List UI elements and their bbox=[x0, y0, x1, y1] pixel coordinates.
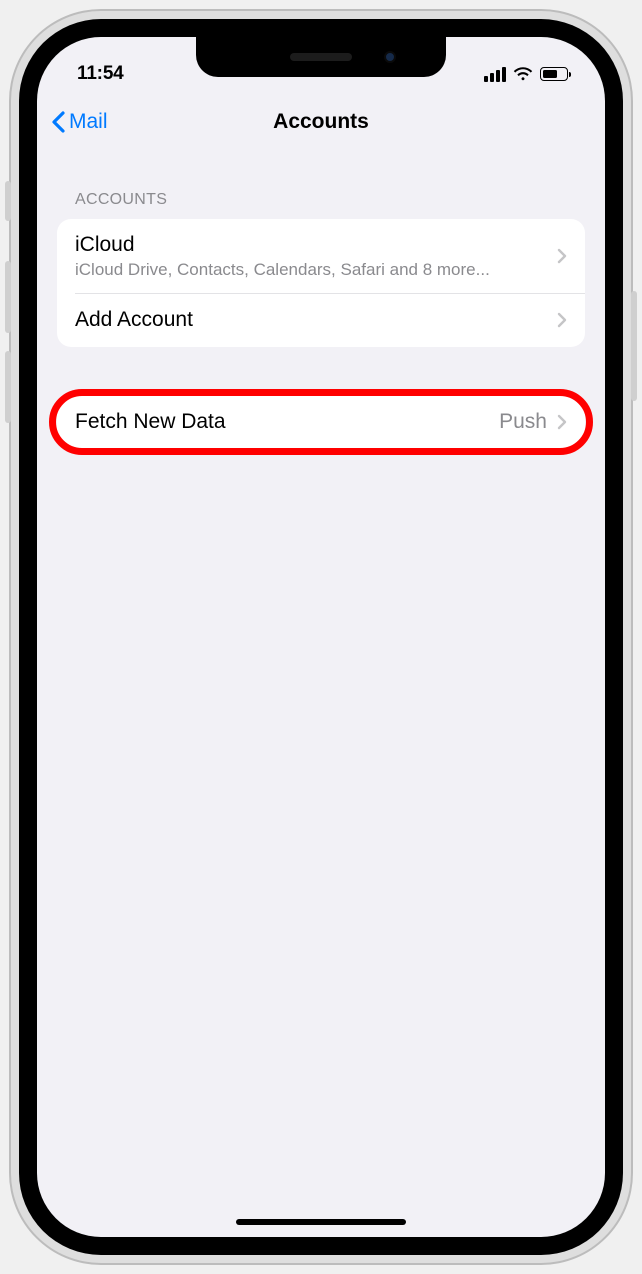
nav-bar: Mail Accounts bbox=[37, 93, 605, 151]
chevron-right-icon bbox=[557, 414, 567, 430]
fetch-group: Fetch New Data Push bbox=[57, 395, 585, 449]
add-account-row[interactable]: Add Account bbox=[57, 293, 585, 347]
icloud-account-row[interactable]: iCloud iCloud Drive, Contacts, Calendars… bbox=[57, 219, 585, 293]
chevron-right-icon bbox=[557, 248, 567, 264]
speaker-grill bbox=[290, 53, 352, 61]
fetch-value: Push bbox=[499, 410, 547, 434]
wifi-icon bbox=[513, 67, 533, 81]
section-header-accounts: Accounts bbox=[57, 191, 585, 219]
chevron-left-icon bbox=[51, 111, 65, 133]
fetch-title: Fetch New Data bbox=[75, 409, 499, 435]
add-account-label: Add Account bbox=[75, 307, 557, 333]
silent-switch bbox=[5, 181, 11, 221]
page-title: Accounts bbox=[273, 110, 369, 134]
accounts-group: iCloud iCloud Drive, Contacts, Calendars… bbox=[57, 219, 585, 347]
cellular-signal-icon bbox=[484, 67, 506, 82]
fetch-highlight: Fetch New Data Push bbox=[57, 395, 585, 449]
status-time: 11:54 bbox=[77, 63, 124, 85]
back-label: Mail bbox=[69, 110, 108, 134]
volume-down-button bbox=[5, 351, 11, 423]
icloud-title: iCloud bbox=[75, 232, 557, 258]
home-indicator[interactable] bbox=[236, 1219, 406, 1225]
power-button bbox=[631, 291, 637, 401]
battery-icon bbox=[540, 67, 571, 81]
icloud-subtitle: iCloud Drive, Contacts, Calendars, Safar… bbox=[75, 260, 557, 280]
front-camera bbox=[384, 51, 396, 63]
back-button[interactable]: Mail bbox=[51, 110, 108, 134]
fetch-new-data-row[interactable]: Fetch New Data Push bbox=[57, 395, 585, 449]
volume-up-button bbox=[5, 261, 11, 333]
chevron-right-icon bbox=[557, 312, 567, 328]
device-frame: 11:54 Mail bbox=[11, 11, 631, 1263]
content: Accounts iCloud iCloud Drive, Contacts, … bbox=[37, 151, 605, 1237]
screen: 11:54 Mail bbox=[37, 37, 605, 1237]
notch bbox=[196, 37, 446, 77]
